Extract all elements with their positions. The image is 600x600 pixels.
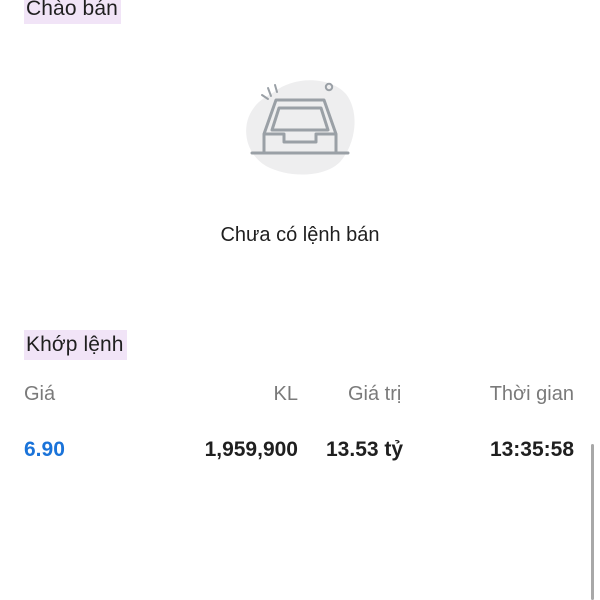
column-header-price: Giá [24, 383, 56, 405]
matched-orders-title: Khớp lệnh [24, 330, 127, 360]
row-time: 13:35:58 [489, 438, 574, 461]
row-volume: 1,959,900 [204, 438, 298, 461]
column-header-value: Giá trị [348, 383, 402, 405]
vertical-scrollbar[interactable] [591, 444, 594, 600]
empty-sell-message: Chưa có lệnh bán [220, 224, 380, 246]
row-price: 6.90 [24, 438, 65, 461]
row-value: 13.53 tỷ [326, 438, 404, 461]
empty-inbox-icon [244, 78, 356, 178]
column-header-volume: KL [273, 383, 298, 405]
column-header-time: Thời gian [489, 383, 574, 405]
sell-offers-title: Chào bán [24, 0, 121, 24]
